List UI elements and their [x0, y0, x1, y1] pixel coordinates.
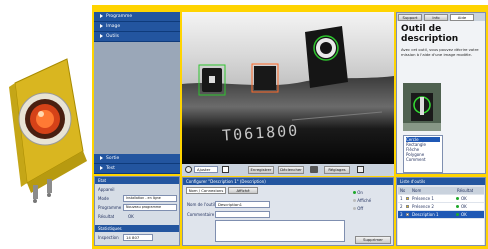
mode-options: On Affiché Off [353, 190, 393, 220]
camera-icon[interactable] [310, 166, 318, 173]
ok-indicator [456, 205, 459, 208]
menu-programme[interactable]: Programme [94, 12, 180, 22]
save-image-button[interactable]: Enregistrer [248, 166, 274, 174]
radio-icon [353, 207, 356, 210]
tools-list-title: Liste d'outils [397, 178, 485, 185]
help-thumbnail [403, 83, 441, 131]
option-on[interactable]: On [353, 190, 393, 195]
comment-textarea[interactable] [215, 220, 345, 242]
table-row-selected[interactable]: 3 Description 1 OK [398, 211, 484, 218]
status-label-resultat: Résultat [98, 214, 115, 219]
status-programme-value: Nouveau programme [123, 204, 177, 211]
comment-label: Commentaire [187, 212, 215, 217]
status-label-mode: Mode [98, 196, 109, 201]
image-toolbar: Ajuster Enregistrer Déclencher Réglages [182, 164, 394, 176]
tab-support[interactable]: Support [398, 14, 422, 21]
shape-option-comment[interactable]: Comment [406, 157, 440, 162]
tool-name-label: Nom de l'outil [187, 202, 215, 207]
fit-icon[interactable] [222, 166, 229, 173]
triangle-right-icon [100, 165, 103, 170]
presence-tool-icon [406, 197, 409, 200]
status-label-programme: Programme [98, 205, 122, 210]
menu-test[interactable]: Test [94, 164, 180, 174]
presence-tool-icon [406, 205, 409, 208]
menu-empty-area [94, 42, 180, 154]
radio-selected-icon [353, 191, 356, 194]
status-panel: Etat Appareil Mode Installation - en lig… [94, 176, 180, 246]
help-title: Outil de description [401, 24, 459, 44]
radio-icon [353, 199, 356, 202]
table-row[interactable]: 1 Présence 1 OK [398, 195, 484, 202]
zoom-icon[interactable] [185, 166, 192, 173]
help-panel: Support Info Aide Outil de description A… [396, 12, 486, 174]
stats-value: 14 807 [123, 234, 153, 241]
triangle-right-icon [100, 13, 103, 18]
triangle-down-icon [100, 33, 103, 38]
triangle-right-icon [100, 23, 103, 28]
status-panel-title: Etat [95, 177, 179, 184]
status-label-appareil: Appareil [98, 187, 115, 192]
tab-info[interactable]: Info [424, 14, 448, 21]
column-no: No [400, 188, 406, 193]
triangle-right-icon [100, 155, 103, 160]
help-body: Avec cet outil, vous pouvez décrire votr… [401, 47, 479, 57]
status-resultat-value: OK [128, 214, 134, 219]
config-panel: Configurer "Description 1" (Description)… [182, 177, 394, 246]
column-name: Nom [412, 188, 422, 193]
column-result: Résultat [457, 188, 474, 193]
stats-label: Inspection [98, 235, 119, 240]
grid-icon[interactable] [357, 166, 364, 173]
option-off[interactable]: Off [353, 206, 393, 211]
delete-button[interactable]: Supprimer [355, 236, 391, 244]
shape-options-list: Cercle Rectangle Flèche Polygone Comment [403, 135, 443, 173]
ok-indicator [456, 197, 459, 200]
ok-indicator [456, 213, 459, 216]
status-mode-value: Installation - en ligne [123, 195, 177, 202]
comment-input[interactable] [215, 211, 270, 218]
menu-sortie[interactable]: Sortie [94, 154, 180, 164]
tab-affiche[interactable]: Affiché [228, 187, 258, 194]
config-panel-title: Configurer "Description 1" (Description) [183, 178, 393, 185]
description-tool-icon [406, 213, 409, 216]
option-affiche[interactable]: Affiché [353, 198, 393, 203]
camera-image-view[interactable]: T061800 [182, 12, 394, 164]
table-row[interactable]: 2 Présence 2 OK [398, 203, 484, 210]
camera-illustration [5, 55, 95, 205]
menu-image[interactable]: Image [94, 22, 180, 32]
settings-button[interactable]: Réglages [324, 166, 350, 174]
tools-list-panel: Liste d'outils No Nom Résultat 1 Présenc… [396, 177, 486, 246]
trigger-button[interactable]: Déclencher [278, 166, 304, 174]
menu-outils[interactable]: Outils [94, 32, 180, 42]
zoom-select[interactable]: Ajuster [194, 166, 218, 173]
tool-name-input[interactable]: Description1 [215, 201, 270, 208]
tab-connexions[interactable]: Nom / Connexions [186, 187, 226, 194]
tools-list-empty-area [398, 219, 484, 245]
left-menu: Programme Image Outils Sortie Test [94, 12, 180, 174]
stats-title: Statistiques [95, 225, 179, 232]
tab-aide[interactable]: Aide [450, 14, 474, 21]
